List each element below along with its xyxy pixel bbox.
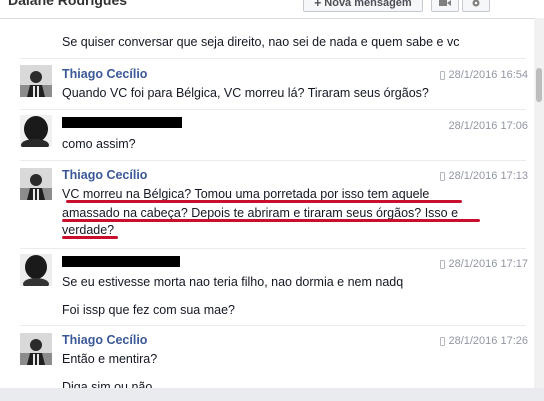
message-timestamp: 28/1/2016 17:26: [440, 335, 528, 347]
message-text: Então e mentira?: [62, 352, 158, 366]
red-underline-annotation: [62, 236, 118, 239]
avatar[interactable]: [20, 254, 52, 286]
message-text: VC morreu na Bélgica? Tomou uma porretad…: [62, 187, 430, 201]
conversation-title: Daiane Rodrigues: [8, 0, 128, 8]
message-text: Se quiser conversar que seja direito, na…: [62, 35, 460, 49]
message-timestamp: 28/1/2016 17:17: [440, 258, 528, 270]
timestamp-text: 28/1/2016 16:54: [448, 69, 528, 81]
new-message-label: Nova mensagem: [324, 0, 412, 9]
message-text: amassado na cabeça? Depois te abriram e …: [62, 206, 459, 220]
scrollbar-thumb[interactable]: [536, 68, 542, 102]
composer-edge: [0, 388, 544, 401]
new-message-button[interactable]: + Nova mensagem: [303, 0, 423, 12]
sender-name[interactable]: Thiago Cecílio: [62, 333, 147, 347]
divider: [20, 325, 526, 326]
avatar[interactable]: [20, 115, 52, 147]
timestamp-text: 28/1/2016 17:26: [448, 335, 528, 347]
message-timestamp: 28/1/2016 17:06: [448, 120, 528, 132]
mobile-phone-icon: [440, 336, 446, 346]
message-text: Quando VC foi para Bélgica, VC morreu lá…: [62, 86, 429, 100]
message-timestamp: 28/1/2016 16:54: [440, 69, 528, 81]
timestamp-text: 28/1/2016 17:13: [448, 170, 528, 182]
message-text: Se eu estivesse morta nao teria filho, n…: [62, 275, 404, 289]
video-camera-icon: [439, 0, 451, 6]
avatar-photo: [20, 65, 52, 97]
message-timestamp: 28/1/2016 17:13: [440, 170, 528, 182]
avatar[interactable]: [20, 168, 52, 200]
divider: [20, 248, 526, 249]
sender-name[interactable]: Thiago Cecílio: [62, 67, 147, 81]
mobile-phone-icon: [440, 171, 446, 181]
avatar-photo: [20, 168, 52, 200]
avatar-photo: [20, 254, 52, 286]
message-text: como assim?: [62, 137, 136, 151]
divider: [20, 109, 526, 110]
timestamp-text: 28/1/2016 17:06: [448, 120, 528, 132]
conversation-header: Daiane Rodrigues + Nova mensagem: [0, 0, 544, 19]
divider: [20, 160, 526, 161]
red-underline-annotation: [66, 200, 462, 203]
message-text: Foi issp que fez com sua mae?: [62, 303, 235, 317]
plus-icon: +: [314, 0, 322, 10]
gear-icon: [472, 0, 480, 7]
avatar[interactable]: [20, 333, 52, 365]
timestamp-text: 28/1/2016 17:17: [448, 258, 528, 270]
mobile-phone-icon: [440, 259, 446, 269]
avatar-photo: [20, 115, 52, 147]
avatar[interactable]: [20, 65, 52, 97]
scrollbar[interactable]: [534, 18, 544, 390]
red-underline-annotation: [62, 219, 480, 222]
video-call-button[interactable]: [431, 0, 459, 12]
redacted-sender-name: [62, 256, 180, 267]
settings-button[interactable]: [462, 0, 490, 12]
divider: [20, 58, 526, 59]
avatar-photo: [20, 333, 52, 365]
message-text: verdade?: [62, 223, 115, 237]
sender-name[interactable]: Thiago Cecílio: [62, 168, 147, 182]
redacted-sender-name: [62, 117, 182, 128]
mobile-phone-icon: [440, 70, 446, 80]
message-feed[interactable]: Se quiser conversar que seja direito, na…: [0, 18, 534, 390]
